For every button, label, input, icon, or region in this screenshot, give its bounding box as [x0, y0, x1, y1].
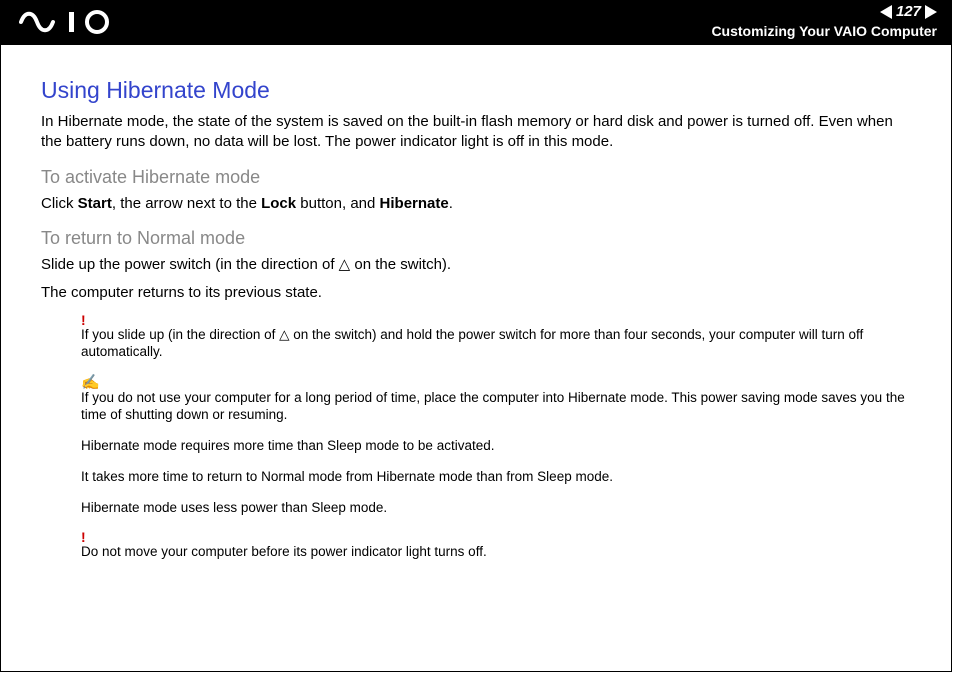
section-return-title: To return to Normal mode [41, 228, 911, 249]
section-activate-title: To activate Hibernate mode [41, 167, 911, 188]
tip-text-4: Hibernate mode uses less power than Slee… [81, 500, 911, 517]
notes-block: ! If you slide up (in the direction of △… [81, 313, 911, 561]
tip-text-1: If you do not use your computer for a lo… [81, 390, 911, 424]
warning-icon: ! [81, 313, 911, 327]
tip-text-2: Hibernate mode requires more time than S… [81, 438, 911, 455]
page-title: Using Hibernate Mode [41, 77, 911, 104]
section-return-text2: The computer returns to its previous sta… [41, 283, 911, 303]
warning-icon: ! [81, 530, 911, 544]
section-breadcrumb: Customizing Your VAIO Computer [711, 23, 937, 39]
tip-icon: ✍ [81, 375, 911, 390]
page-number: 127 [896, 3, 921, 20]
section-activate-text: Click Start, the arrow next to the Lock … [41, 194, 911, 214]
prev-page-arrow-icon[interactable] [880, 5, 892, 19]
section-return-text1: Slide up the power switch (in the direct… [41, 255, 911, 275]
next-page-arrow-icon[interactable] [925, 5, 937, 19]
warning-text-1: If you slide up (in the direction of △ o… [81, 327, 911, 361]
warning-text-2: Do not move your computer before its pow… [81, 544, 911, 561]
page-navigator: 127 [880, 3, 937, 20]
page-content: Using Hibernate Mode In Hibernate mode, … [1, 45, 951, 561]
tip-text-3: It takes more time to return to Normal m… [81, 469, 911, 486]
header-bar: 127 Customizing Your VAIO Computer [1, 1, 951, 45]
intro-paragraph: In Hibernate mode, the state of the syst… [41, 112, 911, 153]
vaio-logo [19, 9, 129, 40]
